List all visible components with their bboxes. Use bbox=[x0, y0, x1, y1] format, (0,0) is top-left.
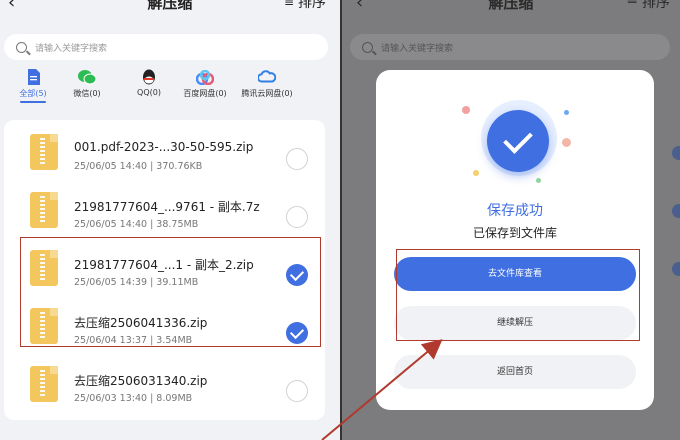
search-icon bbox=[362, 41, 373, 53]
file-list-screen: ‹ 解压缩 ≡ 排序 请输入关键字搜索 全部(5) 微信(0) QQ(0) 百度… bbox=[0, 0, 340, 440]
baidu-netdisk-icon bbox=[196, 68, 214, 86]
file-meta: 25/06/05 14:40 | 38.75MB bbox=[74, 219, 199, 230]
success-check-icon bbox=[487, 110, 549, 172]
category-tabs: 全部(5) 微信(0) QQ(0) 百度网盘(0) 腾讯云网盘(0) bbox=[19, 68, 310, 108]
decor-dot bbox=[473, 170, 479, 176]
tab-label: 腾讯云网盘(0) bbox=[241, 89, 293, 98]
qq-icon bbox=[140, 68, 158, 86]
background-checkbox bbox=[672, 204, 680, 218]
search-placeholder: 请输入关键字搜索 bbox=[381, 43, 454, 54]
search-icon bbox=[16, 41, 27, 53]
decor-dot bbox=[536, 178, 541, 183]
sort-button[interactable]: ≡ 排序 bbox=[626, 0, 670, 12]
tab-baidu-netdisk[interactable]: 百度网盘(0) bbox=[170, 68, 240, 99]
select-checkbox[interactable] bbox=[286, 148, 308, 170]
save-success-screen: ‹ 解压缩 ≡ 排序 请输入关键字搜索 保存成功 已保存到文件库 去文件库查看 … bbox=[342, 0, 680, 440]
tencent-cloud-icon bbox=[258, 68, 276, 86]
list-item[interactable]: 21981777604_...9761 - 副本.7z 25/06/05 14:… bbox=[4, 183, 325, 241]
decor-dot bbox=[462, 106, 470, 114]
save-success-dialog: 保存成功 已保存到文件库 去文件库查看 继续解压 返回首页 bbox=[376, 70, 654, 410]
file-name: 001.pdf-2023-...30-50-595.zip bbox=[74, 140, 254, 154]
zip-file-icon bbox=[30, 366, 58, 402]
file-icon bbox=[24, 68, 42, 86]
sort-label: 排序 bbox=[298, 0, 326, 11]
file-name: 21981777604_...9761 - 副本.7z bbox=[74, 200, 260, 214]
select-checkbox[interactable] bbox=[286, 380, 308, 402]
dialog-title: 保存成功 bbox=[487, 203, 543, 219]
dialog-subtitle: 已保存到文件库 bbox=[472, 226, 557, 240]
tab-wechat[interactable]: 微信(0) bbox=[52, 68, 122, 99]
list-item[interactable]: 去压缩2506031340.zip 25/06/03 13:40 | 8.09M… bbox=[4, 357, 325, 415]
select-checkbox[interactable] bbox=[286, 206, 308, 228]
zip-file-icon bbox=[30, 192, 58, 228]
search-placeholder: 请输入关键字搜索 bbox=[35, 43, 108, 54]
header: ‹ 解压缩 ≡ 排序 bbox=[0, 0, 340, 16]
tab-label: 微信(0) bbox=[73, 89, 101, 98]
decor-dot bbox=[562, 138, 571, 147]
decor-dot bbox=[564, 110, 569, 115]
active-tab-indicator bbox=[20, 101, 46, 103]
wechat-icon bbox=[78, 68, 96, 86]
zip-file-icon bbox=[30, 134, 58, 170]
tab-label: 百度网盘(0) bbox=[183, 89, 227, 98]
sort-button[interactable]: ≡ 排序 bbox=[284, 0, 326, 12]
return-home-button[interactable]: 返回首页 bbox=[394, 355, 636, 389]
background-checkbox bbox=[672, 146, 680, 160]
search-input[interactable]: 请输入关键字搜索 bbox=[4, 34, 328, 60]
sort-label: 排序 bbox=[642, 0, 670, 11]
sort-icon: ≡ bbox=[626, 0, 638, 8]
list-item[interactable]: 001.pdf-2023-...30-50-595.zip 25/06/05 1… bbox=[4, 125, 325, 183]
sort-icon: ≡ bbox=[283, 0, 294, 9]
file-name: 去压缩2506031340.zip bbox=[74, 374, 208, 388]
tab-tencent-cloud[interactable]: 腾讯云网盘(0) bbox=[232, 68, 302, 99]
file-meta: 25/06/05 14:40 | 370.76KB bbox=[74, 161, 203, 172]
search-input[interactable]: 请输入关键字搜索 bbox=[350, 34, 670, 60]
file-meta: 25/06/03 13:40 | 8.09MB bbox=[74, 393, 193, 404]
background-checkbox bbox=[672, 262, 680, 276]
selection-highlight-box bbox=[20, 237, 321, 347]
buttons-highlight-box bbox=[396, 249, 640, 341]
header: ‹ 解压缩 ≡ 排序 bbox=[342, 0, 680, 16]
